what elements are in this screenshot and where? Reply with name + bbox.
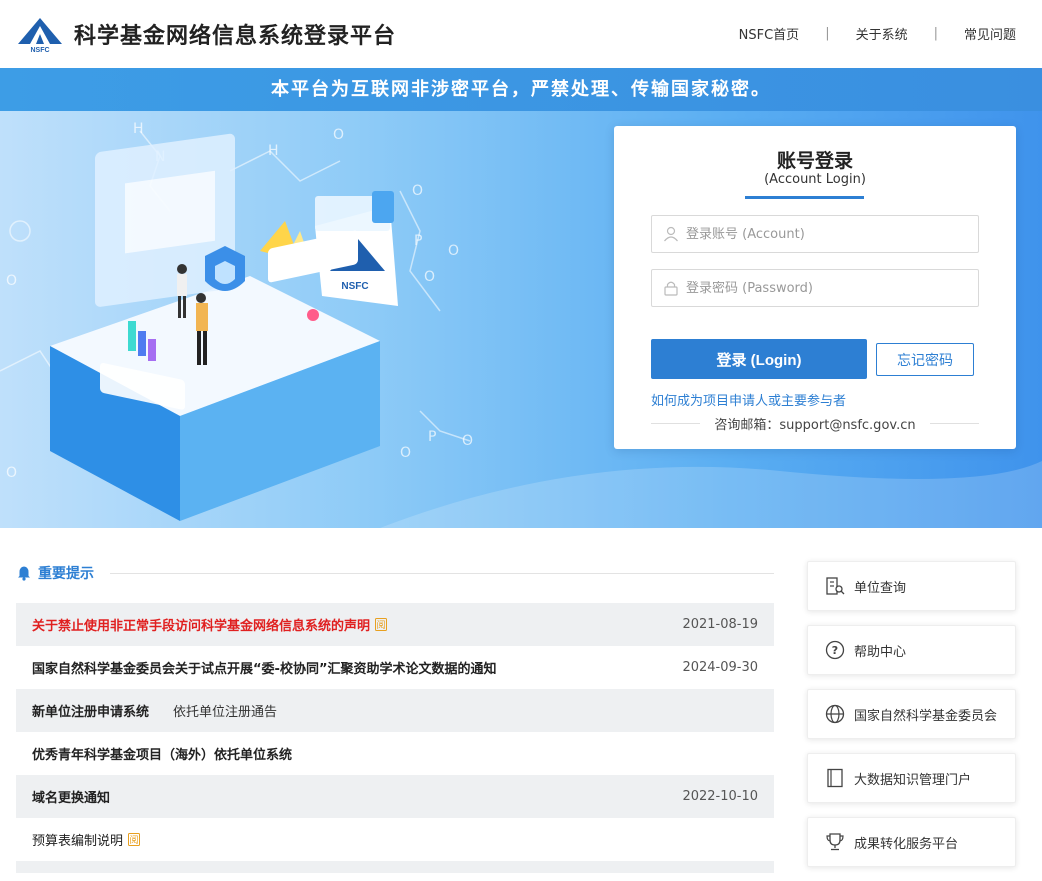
notice-title-link[interactable]: 预算表编制说明 — [32, 830, 123, 849]
svg-text:阅: 阅 — [130, 835, 139, 846]
quick-link-label: 单位查询 — [854, 580, 907, 596]
divider — [110, 572, 774, 574]
svg-text:?: ? — [832, 644, 838, 657]
quick-link-big-data-portal[interactable]: 大数据知识管理门户 — [807, 753, 1016, 803]
svg-text:H: H — [133, 121, 144, 137]
hero-logo-text: NSFC — [341, 281, 368, 292]
nav-faq[interactable]: 常见问题 — [964, 24, 1016, 43]
notice-row — [16, 861, 774, 873]
top-nav: NSFC首页 | 关于系统 | 常见问题 — [739, 24, 1016, 43]
security-notice-banner: 本平台为互联网非涉密平台，严禁处理、传输国家秘密。 — [0, 68, 1042, 111]
notice-date: 2022-10-10 — [682, 789, 758, 804]
quick-link-label: 大数据知识管理门户 — [854, 772, 972, 788]
login-panel: 账号登录 (Account Login) 登录 (Login) 忘记密码 如何成… — [614, 126, 1016, 449]
notice-row: 新单位注册申请系统 依托单位注册通告 — [16, 689, 774, 732]
svg-text:O: O — [6, 465, 17, 481]
login-tab-underline — [745, 196, 864, 199]
account-input[interactable] — [686, 226, 978, 242]
svg-text:阅: 阅 — [377, 620, 386, 631]
site-title: 科学基金网络信息系统登录平台 — [74, 24, 397, 49]
quick-link-nsfc[interactable]: 国家自然科学基金委员会 — [807, 689, 1016, 739]
contact-row: 咨询邮箱：support@nsfc.gov.cn — [651, 415, 980, 433]
how-to-become-applicant-link[interactable]: 如何成为项目申请人或主要参与者 — [651, 390, 846, 409]
notice-row: 预算表编制说明 阅 — [16, 818, 774, 861]
notice-title-link[interactable]: 关于禁止使用非正常手段访问科学基金网络信息系统的声明 — [32, 615, 370, 634]
contact-email: 咨询邮箱：support@nsfc.gov.cn — [714, 417, 916, 433]
quick-link-achievement-platform[interactable]: 成果转化服务平台 — [807, 817, 1016, 867]
password-input[interactable] — [686, 280, 978, 296]
lock-icon — [664, 281, 678, 296]
notice-list: 关于禁止使用非正常手段访问科学基金网络信息系统的声明 阅 2021-08-19 … — [16, 603, 774, 873]
notice-title-link[interactable]: 优秀青年科学基金项目（海外）依托单位系统 — [32, 744, 292, 763]
notice-title-link[interactable]: 新单位注册申请系统 — [32, 701, 149, 720]
svg-text:O: O — [448, 243, 459, 259]
quick-link-label: 帮助中心 — [854, 644, 907, 660]
forgot-password-button[interactable]: 忘记密码 — [876, 343, 974, 376]
question-circle-icon: ? — [825, 640, 845, 660]
globe-icon — [825, 704, 845, 724]
bell-icon — [18, 566, 30, 581]
nav-separator: | — [933, 26, 938, 41]
notice-row: 关于禁止使用非正常手段访问科学基金网络信息系统的声明 阅 2021-08-19 — [16, 603, 774, 646]
divider — [929, 422, 980, 424]
notice-date: 2021-08-19 — [682, 617, 758, 632]
notice-row: 优秀青年科学基金项目（海外）依托单位系统 — [16, 732, 774, 775]
user-icon — [664, 226, 678, 242]
read-badge-icon: 阅 — [375, 618, 388, 631]
header: NSFC 科学基金网络信息系统登录平台 NSFC首页 | 关于系统 | 常见问题 — [0, 0, 1042, 68]
nav-about-system[interactable]: 关于系统 — [856, 24, 908, 43]
nav-separator: | — [825, 26, 830, 41]
svg-text:H: H — [268, 143, 279, 159]
notice-date: 2024-09-30 — [682, 660, 758, 675]
svg-text:O: O — [412, 183, 423, 199]
trophy-icon — [826, 833, 844, 851]
quick-link-label: 成果转化服务平台 — [854, 836, 959, 852]
quick-link-label: 国家自然科学基金委员会 — [854, 708, 998, 724]
divider — [651, 422, 701, 424]
password-field[interactable] — [651, 269, 979, 307]
quick-link-unit-query[interactable]: 单位查询 — [807, 561, 1016, 611]
notices-section-title: 重要提示 — [38, 566, 94, 582]
read-badge-icon: 阅 — [128, 833, 141, 846]
svg-text:O: O — [333, 127, 344, 143]
logo-text: NSFC — [30, 47, 49, 54]
notice-row: 国家自然科学基金委员会关于试点开展“委-校协同”汇聚资助学术论文数据的通知 20… — [16, 646, 774, 689]
notice-title-link[interactable]: 国家自然科学基金委员会关于试点开展“委-校协同”汇聚资助学术论文数据的通知 — [32, 658, 496, 677]
notice-row: 域名更换通知 2022-10-10 — [16, 775, 774, 818]
login-subtitle: (Account Login) — [764, 172, 866, 187]
svg-text:P: P — [414, 233, 422, 249]
quick-links: 单位查询 ? 帮助中心 国家自然科学基金委员会 大数据知识管理门户 成果转化服务… — [807, 561, 1016, 881]
book-icon — [827, 768, 843, 788]
login-title: 账号登录 — [776, 150, 853, 172]
quick-link-help-center[interactable]: ? 帮助中心 — [807, 625, 1016, 675]
nav-nsfc-home[interactable]: NSFC首页 — [739, 24, 800, 43]
notices-header: 重要提示 — [16, 562, 774, 584]
account-field[interactable] — [651, 215, 979, 253]
svg-text:O: O — [424, 269, 435, 285]
notice-title-link[interactable]: 域名更换通知 — [32, 787, 110, 806]
nsfc-logo[interactable]: NSFC — [16, 14, 64, 54]
login-button[interactable]: 登录 (Login) — [651, 339, 867, 379]
svg-text:O: O — [6, 273, 17, 289]
building-search-icon — [826, 577, 845, 595]
notice-secondary-link[interactable]: 依托单位注册通告 — [173, 701, 277, 720]
